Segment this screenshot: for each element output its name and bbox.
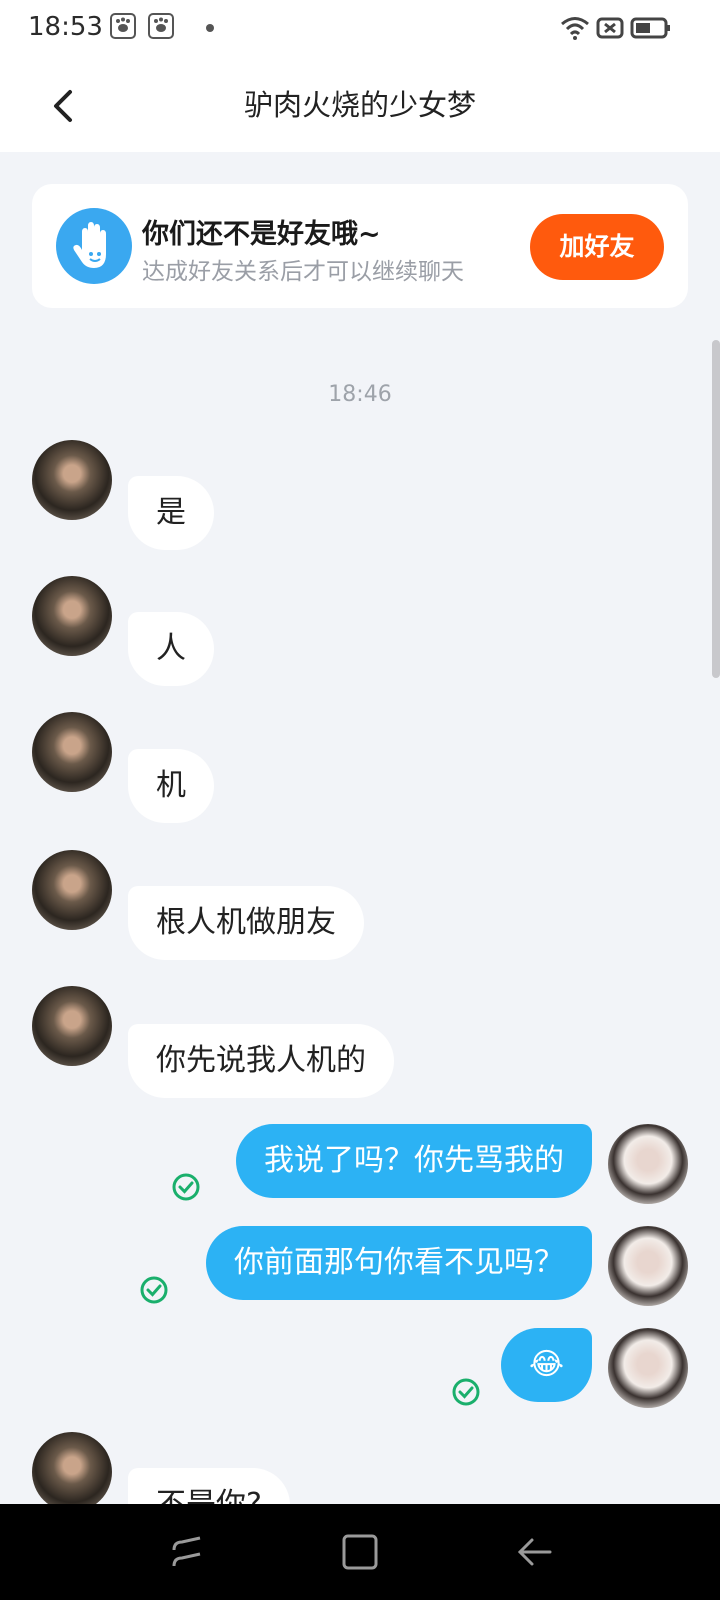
notification-dot bbox=[206, 24, 214, 32]
avatar[interactable] bbox=[32, 986, 112, 1066]
home-icon[interactable] bbox=[340, 1532, 380, 1572]
read-check-icon bbox=[172, 1173, 200, 1201]
system-nav-bar bbox=[0, 1504, 720, 1600]
battery-icon bbox=[630, 17, 670, 39]
message-bubble-received[interactable]: 机 bbox=[128, 749, 214, 823]
avatar[interactable] bbox=[608, 1124, 688, 1204]
message-bubble-sent[interactable]: 我说了吗？你先骂我的 bbox=[236, 1124, 592, 1198]
avatar[interactable] bbox=[32, 440, 112, 520]
message-bubble-sent[interactable]: 你前面那句你看不见吗？ bbox=[206, 1226, 592, 1300]
avatar[interactable] bbox=[32, 1432, 112, 1512]
baidu-paw-icon bbox=[110, 13, 136, 39]
back-arrow-icon[interactable] bbox=[514, 1532, 554, 1572]
page-title: 驴肉火烧的少女梦 bbox=[243, 88, 476, 122]
not-friends-banner: 你们还不是好友哦~ 达成好友关系后才可以继续聊天 加好友 bbox=[32, 184, 688, 308]
banner-title: 你们还不是好友哦~ bbox=[142, 219, 381, 250]
avatar[interactable] bbox=[32, 850, 112, 930]
avatar[interactable] bbox=[608, 1226, 688, 1306]
chat-header: 驴肉火烧的少女梦 bbox=[0, 58, 720, 152]
message-bubble-received[interactable]: 你先说我人机的 bbox=[128, 1024, 394, 1098]
no-sim-icon bbox=[596, 17, 624, 39]
avatar[interactable] bbox=[32, 576, 112, 656]
avatar[interactable] bbox=[32, 712, 112, 792]
avatar[interactable] bbox=[608, 1328, 688, 1408]
wifi-icon bbox=[561, 17, 589, 40]
read-check-icon bbox=[140, 1276, 168, 1304]
status-bar: 18:53 bbox=[0, 0, 720, 58]
message-bubble-received[interactable]: 是 bbox=[128, 476, 214, 550]
message-bubble-sent[interactable]: 😂 bbox=[500, 1328, 592, 1402]
status-time: 18:53 bbox=[28, 12, 103, 42]
recent-apps-icon[interactable] bbox=[168, 1532, 208, 1572]
banner-subtitle: 达成好友关系后才可以继续聊天 bbox=[142, 259, 464, 285]
add-friend-button[interactable]: 加好友 bbox=[530, 214, 664, 280]
message-bubble-received[interactable]: 人 bbox=[128, 612, 214, 686]
chat-timestamp: 18:46 bbox=[328, 382, 392, 407]
message-bubble-received[interactable]: 根人机做朋友 bbox=[128, 886, 364, 960]
read-check-icon bbox=[452, 1378, 480, 1406]
baidu-paw-icon bbox=[148, 13, 174, 39]
wave-hand-icon bbox=[56, 208, 132, 284]
